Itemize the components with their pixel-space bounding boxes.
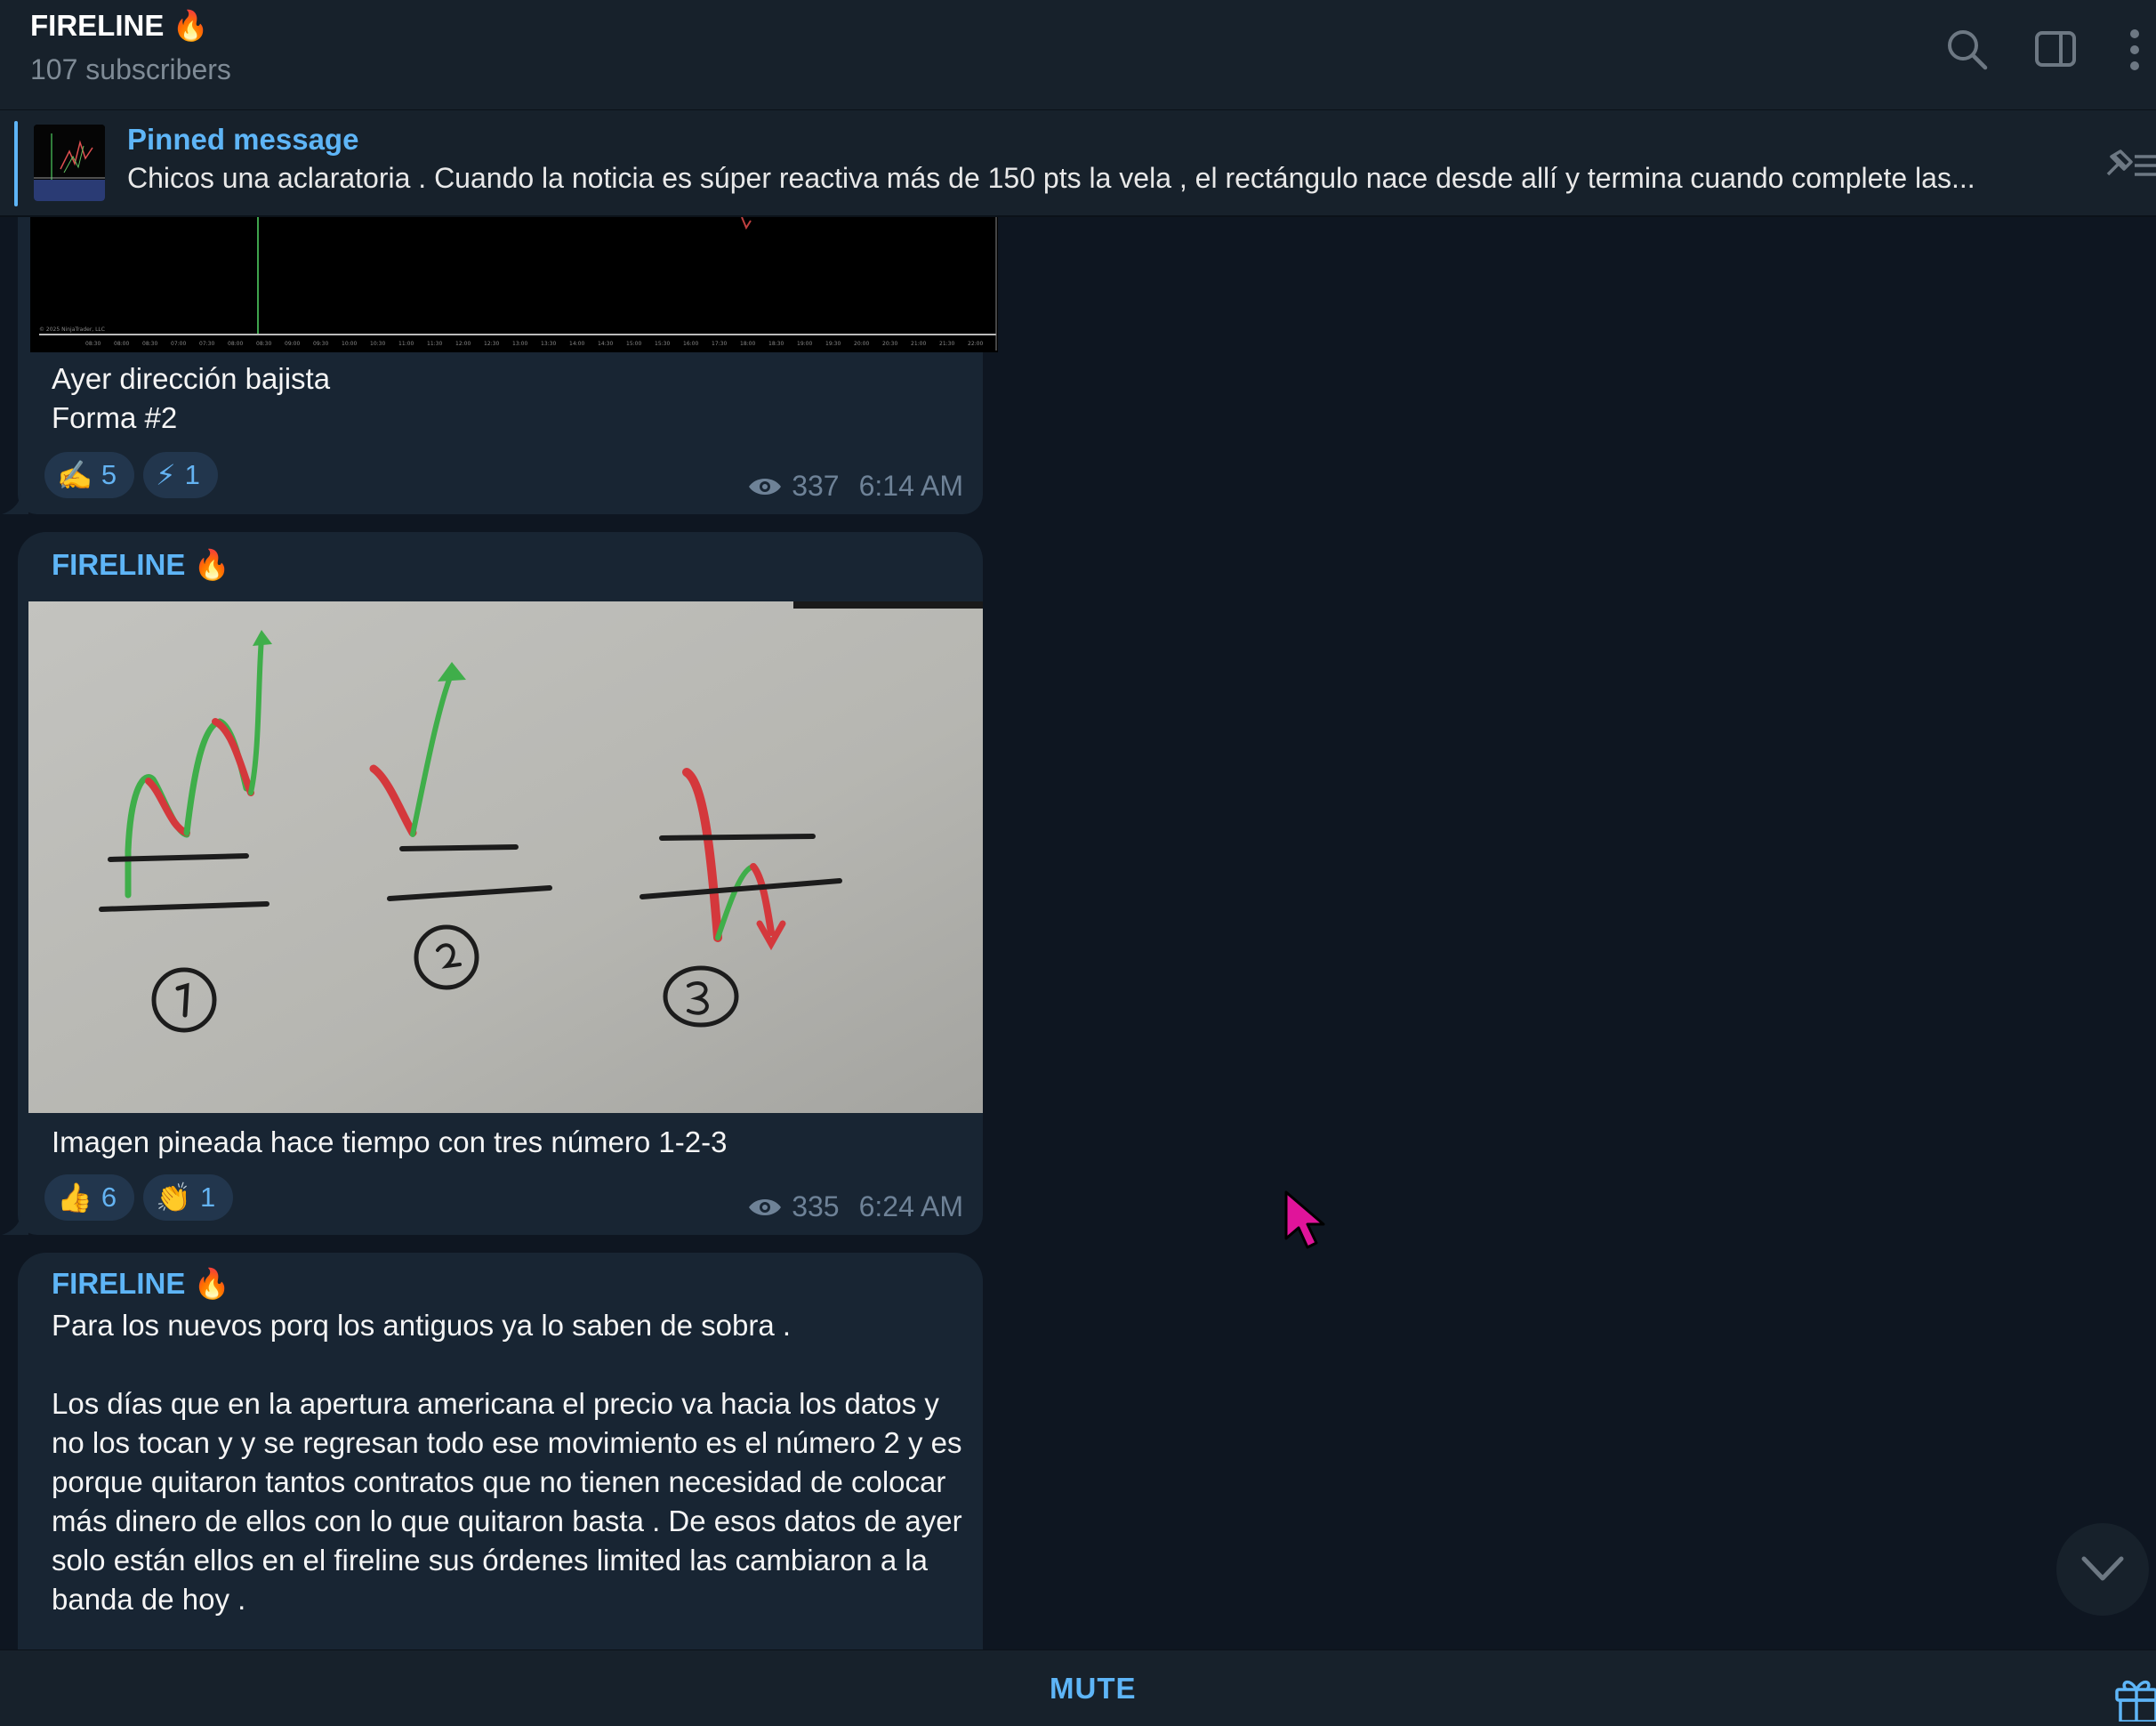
svg-text:09:00: 09:00 xyxy=(285,341,300,347)
chevron-down-icon xyxy=(2081,1556,2124,1581)
gift-icon[interactable] xyxy=(2113,1675,2156,1723)
writing-hand-icon: ✍️ xyxy=(57,459,93,491)
reaction-chip[interactable]: 👏 1 xyxy=(143,1174,234,1221)
message-bubble[interactable]: FIRELINE 🔥 Para los nuevos porq los anti… xyxy=(18,1253,983,1649)
svg-text:08:30: 08:30 xyxy=(142,341,157,347)
bubble-tail xyxy=(2,493,28,514)
chat-header[interactable]: FIRELINE 🔥 107 subscribers xyxy=(0,0,2156,110)
svg-text:14:00: 14:00 xyxy=(569,341,584,347)
caption-line: Forma #2 xyxy=(52,401,178,434)
svg-text:08:30: 08:30 xyxy=(85,341,101,347)
svg-text:16:00: 16:00 xyxy=(683,341,698,347)
reaction-count: 1 xyxy=(184,459,200,490)
view-count: 337 xyxy=(792,470,840,502)
message-bubble[interactable]: 08:30 08:00 08:30 07:00 07:30 08:00 08:30 09:… xyxy=(18,216,998,514)
more-vertical-icon[interactable] xyxy=(2113,27,2154,73)
svg-text:08:00: 08:00 xyxy=(114,341,129,347)
eye-icon xyxy=(749,1198,782,1215)
reaction-count: 1 xyxy=(199,1182,216,1213)
svg-text:10:00: 10:00 xyxy=(342,341,357,347)
svg-text:21:30: 21:30 xyxy=(939,341,954,347)
eye-icon xyxy=(749,478,782,495)
clapping-hands-icon: 👏 xyxy=(156,1182,191,1214)
svg-text:15:30: 15:30 xyxy=(655,341,670,347)
svg-text:07:30: 07:30 xyxy=(199,341,214,347)
message-caption: Ayer dirección bajista Forma #2 xyxy=(52,359,330,438)
reaction-chip[interactable]: ✍️ 5 xyxy=(44,452,135,498)
scroll-to-bottom-button[interactable] xyxy=(2056,1523,2149,1616)
message-text: Para los nuevos porq los antiguos ya lo … xyxy=(52,1306,977,1658)
pinned-text: Chicos una aclaratoria . Cuando la notic… xyxy=(127,162,1975,194)
pinned-title: Pinned message xyxy=(127,123,359,156)
sender-name[interactable]: FIRELINE 🔥 xyxy=(52,548,230,583)
message-paragraph: Para los nuevos porq los antiguos ya lo … xyxy=(52,1309,792,1342)
pinned-message-bar[interactable]: Pinned message Chicos una aclaratoria . … xyxy=(0,110,2156,217)
chart-image[interactable]: 08:30 08:00 08:30 07:00 07:30 08:00 08:30 09:… xyxy=(30,216,998,352)
message-paragraph: Los días que en la apertura americana el… xyxy=(52,1387,962,1616)
subscriber-count: 107 subscribers xyxy=(30,53,231,85)
svg-text:20:30: 20:30 xyxy=(882,341,897,347)
svg-text:20:00: 20:00 xyxy=(854,341,869,347)
svg-text:14:30: 14:30 xyxy=(598,341,613,347)
thumbs-up-icon: 👍 xyxy=(57,1182,93,1214)
message-time: 6:14 AM xyxy=(858,470,963,502)
bottom-bar: MUTE xyxy=(0,1649,2156,1726)
svg-text:07:00: 07:00 xyxy=(171,341,186,347)
sender-name[interactable]: FIRELINE 🔥 xyxy=(52,1267,230,1302)
pinned-indicator xyxy=(14,121,18,206)
svg-text:18:30: 18:30 xyxy=(768,341,784,347)
reactions: 👍 6 👏 1 xyxy=(44,1174,234,1221)
svg-text:08:30: 08:30 xyxy=(256,341,271,347)
reaction-count: 6 xyxy=(101,1182,117,1213)
svg-text:13:00: 13:00 xyxy=(512,341,527,347)
svg-text:19:00: 19:00 xyxy=(797,341,812,347)
mouse-cursor-icon xyxy=(1284,1190,1325,1249)
svg-text:21:00: 21:00 xyxy=(911,341,926,347)
reaction-chip[interactable]: ⚡ 1 xyxy=(143,452,218,498)
svg-text:18:00: 18:00 xyxy=(740,341,755,347)
message-caption: Imagen pineada hace tiempo con tres núme… xyxy=(52,1125,728,1158)
svg-text:19:30: 19:30 xyxy=(825,341,841,347)
svg-text:22:00: 22:00 xyxy=(968,341,983,347)
svg-text:17:30: 17:30 xyxy=(712,341,727,347)
svg-text:10:30: 10:30 xyxy=(370,341,385,347)
mute-button[interactable]: MUTE xyxy=(1050,1672,1137,1706)
caption-line: Ayer dirección bajista xyxy=(52,362,331,395)
bubble-tail xyxy=(2,1214,28,1235)
unpin-list-icon[interactable] xyxy=(2099,142,2156,187)
search-icon[interactable] xyxy=(1944,27,1991,73)
message-bubble[interactable]: FIRELINE 🔥 Imagen pineada hace tiempo co… xyxy=(18,532,983,1235)
svg-text:13:30: 13:30 xyxy=(541,341,556,347)
svg-text:11:00: 11:00 xyxy=(398,341,414,347)
message-time: 6:24 AM xyxy=(858,1190,963,1222)
svg-text:© 2025 NinjaTrader, LLC: © 2025 NinjaTrader, LLC xyxy=(39,327,105,333)
svg-text:12:30: 12:30 xyxy=(484,341,499,347)
channel-title[interactable]: FIRELINE 🔥 xyxy=(30,9,209,44)
sidebar-toggle-icon[interactable] xyxy=(2033,27,2080,73)
message-meta: 335 6:24 AM xyxy=(747,1190,963,1223)
svg-text:08:00: 08:00 xyxy=(228,341,243,347)
svg-text:09:30: 09:30 xyxy=(313,341,328,347)
svg-text:12:00: 12:00 xyxy=(455,341,471,347)
view-count: 335 xyxy=(792,1190,840,1222)
reactions: ✍️ 5 ⚡ 1 xyxy=(44,452,218,498)
pinned-thumbnail xyxy=(34,125,105,201)
message-meta: 337 6:14 AM xyxy=(747,470,963,503)
reaction-count: 5 xyxy=(101,459,117,490)
svg-text:11:30: 11:30 xyxy=(427,341,442,347)
svg-text:15:00: 15:00 xyxy=(626,341,641,347)
hand-drawn-diagram-photo[interactable] xyxy=(28,601,983,1113)
reaction-chip[interactable]: 👍 6 xyxy=(44,1174,135,1221)
lightning-icon: ⚡ xyxy=(156,459,176,491)
